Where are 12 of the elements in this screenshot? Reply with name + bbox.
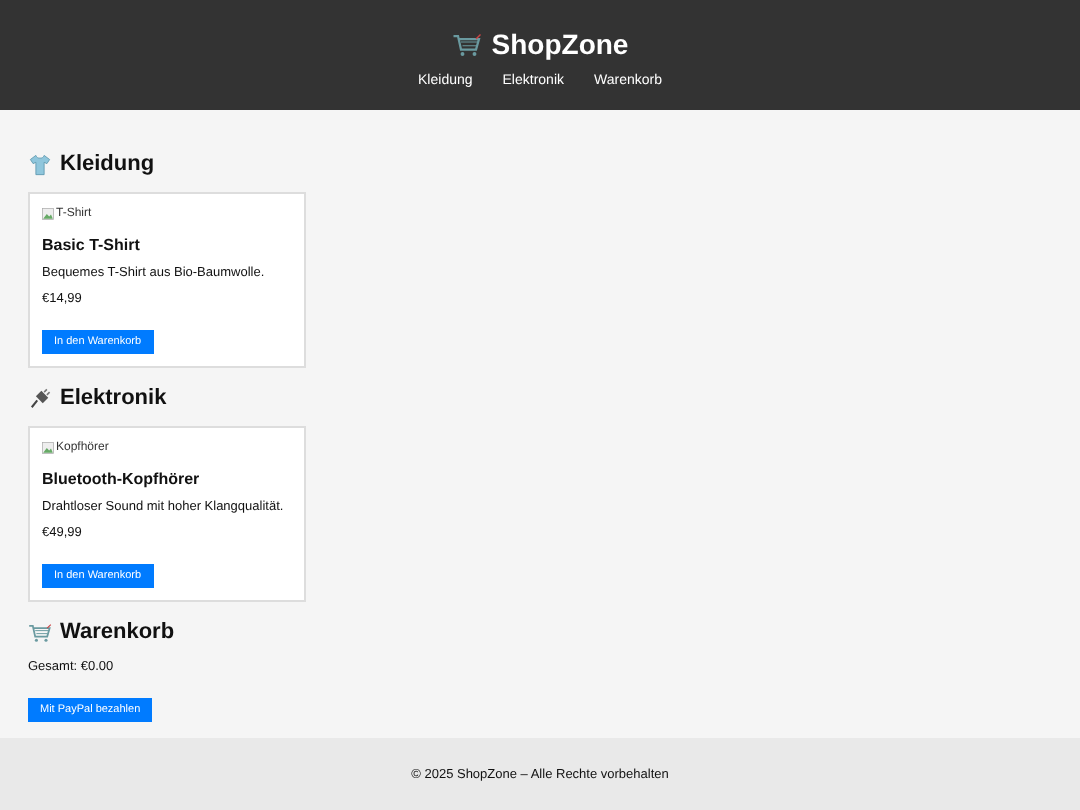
- section-heading: Kleidung: [60, 152, 155, 176]
- section-heading: Elektronik: [60, 386, 167, 410]
- product-name: Basic T-Shirt: [42, 236, 142, 254]
- site-title: ShopZone: [491, 28, 629, 60]
- section-heading: Warenkorb: [60, 620, 175, 644]
- product-name: Bluetooth-Kopfhörer: [42, 470, 202, 488]
- broken-image-icon: [42, 208, 54, 220]
- shirt-icon: [28, 153, 52, 175]
- broken-image-icon: [42, 442, 54, 454]
- cart-icon: [28, 621, 52, 643]
- plug-icon: [28, 387, 52, 409]
- cart-icon: [451, 31, 482, 57]
